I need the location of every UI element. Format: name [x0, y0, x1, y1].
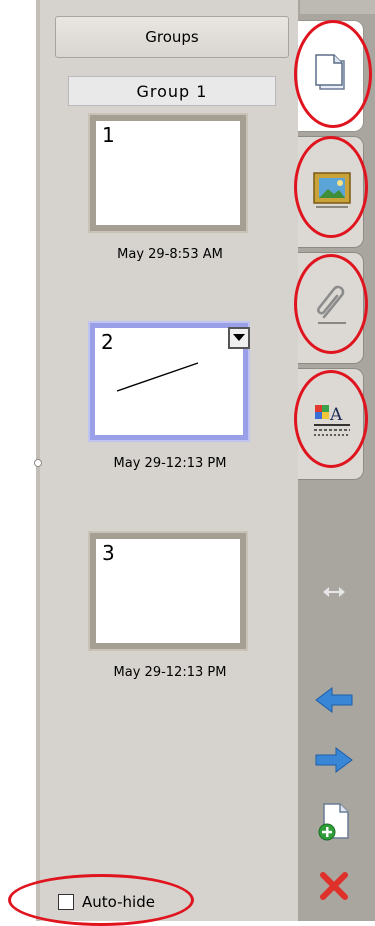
gallery-image-icon — [313, 172, 351, 208]
dropdown-arrow-icon — [233, 334, 245, 341]
delete-page-button[interactable] — [312, 864, 356, 908]
tab-attachments[interactable] — [298, 252, 364, 364]
panel-resize-handle[interactable] — [34, 459, 42, 467]
group-label[interactable]: Group 1 — [68, 76, 276, 106]
right-arrow-icon — [315, 747, 353, 773]
slide-date: May 29-8:53 AM — [117, 247, 223, 262]
properties-icon: A — [314, 405, 350, 436]
groups-button[interactable]: Groups — [55, 16, 289, 58]
svg-text:A: A — [329, 405, 343, 425]
sidebar-top-strip — [300, 0, 375, 14]
slide-number: 1 — [102, 123, 115, 147]
autohide-checkbox[interactable] — [58, 894, 74, 910]
previous-page-button[interactable] — [312, 680, 356, 720]
add-page-icon — [318, 803, 349, 841]
slide-number: 3 — [102, 541, 115, 565]
slide-date: May 29-12:13 PM — [113, 665, 227, 680]
tab-properties[interactable]: A — [298, 368, 364, 480]
autohide-label: Auto-hide — [82, 893, 155, 911]
slide-thumbnail-2[interactable]: 2 — [90, 323, 248, 440]
paperclip-icon — [317, 285, 346, 324]
tab-gallery[interactable] — [298, 136, 364, 248]
autohide-option[interactable]: Auto-hide — [58, 893, 155, 911]
slide-menu-dropdown-button[interactable] — [228, 327, 250, 349]
add-page-button[interactable] — [312, 800, 356, 844]
horizontal-arrows-icon — [323, 587, 345, 597]
next-page-button[interactable] — [312, 740, 356, 780]
tab-page-sorter[interactable] — [298, 20, 364, 132]
drawn-line — [116, 362, 199, 392]
left-arrow-icon — [315, 687, 353, 713]
slide-date: May 29-12:13 PM — [113, 456, 227, 471]
slide-thumbnail-3[interactable]: 3 — [90, 533, 246, 649]
slide-thumbnail-1[interactable]: 1 — [90, 115, 246, 231]
delete-x-icon — [320, 872, 348, 900]
move-sidebar-button[interactable] — [312, 574, 356, 610]
page-sorter-icon — [315, 54, 345, 90]
